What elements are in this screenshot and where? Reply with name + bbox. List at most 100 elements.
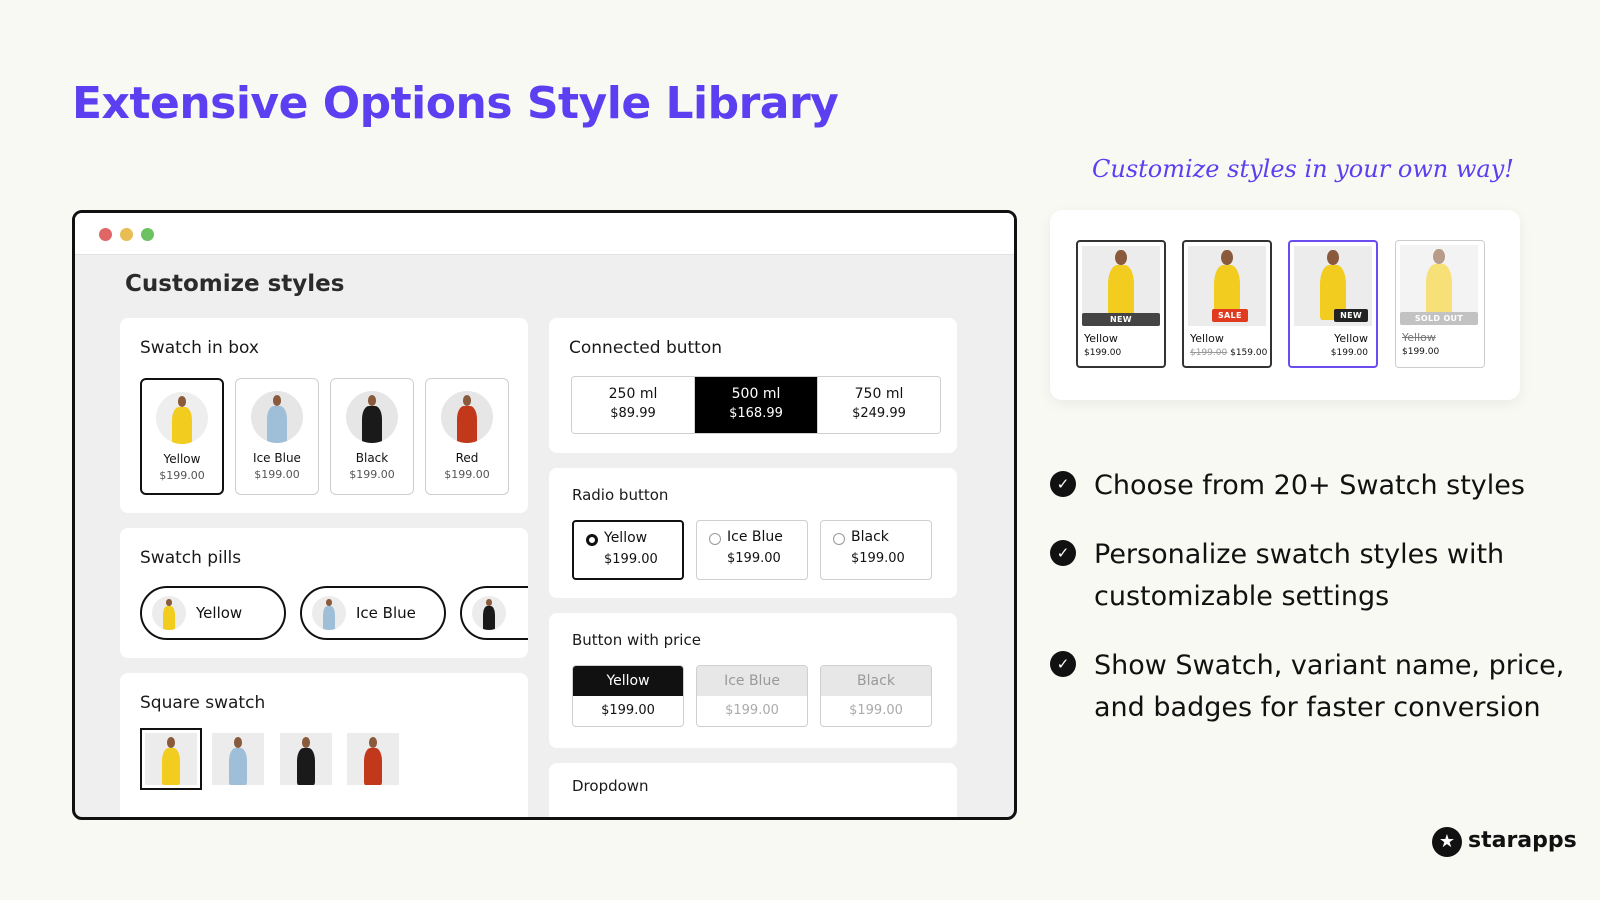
swatch-in-box-title: Swatch in box (140, 338, 259, 358)
price-button-yellow[interactable]: Yellow $199.00 (572, 665, 684, 727)
connected-button-card: Connected button 250 ml $89.99 500 ml $1… (549, 318, 957, 453)
button-with-price-card: Button with price Yellow $199.00 Ice Blu… (549, 613, 957, 748)
swatch-pills-card: Swatch pills Yellow Ice Blue (120, 528, 528, 658)
product-old-price: $199.00 (1190, 348, 1228, 358)
minimize-window-dot[interactable] (120, 228, 133, 241)
feature-text: Personalize swatch styles with customiza… (1094, 539, 1505, 612)
radio-circle (709, 533, 721, 545)
radio-name: Black (851, 529, 889, 545)
swatch-box-black[interactable]: Black $199.00 (330, 378, 414, 495)
price-button-price: $199.00 (601, 703, 655, 718)
price-button-price: $199.00 (849, 703, 903, 718)
radio-name: Ice Blue (727, 529, 783, 545)
option-price: $89.99 (610, 406, 656, 421)
feature-text: Choose from 20+ Swatch styles (1094, 470, 1525, 501)
connected-button-title: Connected button (569, 338, 723, 358)
tagline: Customize styles in your own way! (1092, 155, 1514, 183)
swatch-thumb (441, 391, 493, 443)
product-name: Yellow (1402, 331, 1436, 344)
connected-button-group: 250 ml $89.99 500 ml $168.99 750 ml $249… (571, 376, 941, 434)
product-image: SALE (1188, 246, 1266, 326)
price-button-name: Yellow (573, 666, 683, 696)
product-price: $199.00 (1402, 347, 1440, 357)
brand-name: starapps (1468, 828, 1577, 853)
swatch-pill-black[interactable] (460, 586, 528, 640)
option-size: 250 ml (608, 386, 658, 402)
radio-price: $199.00 (851, 551, 905, 566)
product-price: $199.00 (1330, 348, 1368, 358)
swatch-name: Black (355, 451, 389, 465)
swatch-pill-yellow[interactable]: Yellow (140, 586, 286, 640)
price-button-ice-blue[interactable]: Ice Blue $199.00 (696, 665, 808, 727)
product-card-sale[interactable]: SALE Yellow $199.00 $159.00 (1182, 240, 1272, 368)
dropdown-title: Dropdown (572, 777, 649, 795)
swatch-box-yellow[interactable]: Yellow $199.00 (140, 378, 224, 495)
product-card-new[interactable]: NEW Yellow $199.00 (1076, 240, 1166, 368)
pill-label: Ice Blue (356, 604, 416, 622)
product-card-sold-out[interactable]: SOLD OUT Yellow $199.00 (1395, 240, 1485, 368)
radio-option-ice-blue[interactable]: Ice Blue $199.00 (696, 520, 808, 580)
option-price: $249.99 (852, 406, 906, 421)
product-name: Yellow (1084, 332, 1118, 345)
square-swatch-ice-blue[interactable] (212, 733, 264, 785)
swatch-thumb (156, 392, 208, 444)
browser-window: Customize styles Swatch in box Yellow $1… (72, 210, 1017, 820)
swatch-box-red[interactable]: Red $199.00 (425, 378, 509, 495)
product-image: SOLD OUT (1400, 245, 1478, 325)
swatch-box-ice-blue[interactable]: Ice Blue $199.00 (235, 378, 319, 495)
check-circle-icon: ✓ (1050, 540, 1076, 566)
product-image: NEW (1294, 246, 1372, 326)
product-name: Yellow (1334, 332, 1368, 345)
swatch-name: Red (455, 451, 479, 465)
option-size: 500 ml (731, 386, 781, 402)
connected-option-250ml[interactable]: 250 ml $89.99 (572, 377, 695, 433)
option-size: 750 ml (854, 386, 904, 402)
product-card-new-selected[interactable]: NEW Yellow $199.00 (1288, 240, 1378, 368)
swatch-price: $199.00 (349, 468, 395, 481)
connected-option-500ml[interactable]: 500 ml $168.99 (695, 377, 818, 433)
square-swatch-black[interactable] (280, 733, 332, 785)
check-circle-icon: ✓ (1050, 471, 1076, 497)
product-badge: SALE (1212, 309, 1248, 322)
radio-price: $199.00 (604, 552, 658, 567)
product-badge: NEW (1334, 309, 1368, 322)
window-titlebar (75, 213, 1014, 255)
connected-option-750ml[interactable]: 750 ml $249.99 (818, 377, 940, 433)
swatch-thumb (346, 391, 398, 443)
radio-option-yellow[interactable]: Yellow $199.00 (572, 520, 684, 580)
swatch-pills-title: Swatch pills (140, 548, 242, 568)
square-swatch-card: Square swatch (120, 673, 528, 817)
radio-price: $199.00 (727, 551, 781, 566)
button-with-price-title: Button with price (572, 631, 701, 649)
swatch-name: Ice Blue (253, 451, 301, 465)
price-button-black[interactable]: Black $199.00 (820, 665, 932, 727)
price-button-name: Ice Blue (697, 666, 807, 696)
radio-circle (833, 533, 845, 545)
option-price: $168.99 (729, 406, 783, 421)
star-logo-icon: ★ (1432, 827, 1462, 857)
pill-thumb (312, 596, 346, 630)
swatch-name: Yellow (163, 452, 201, 466)
swatch-price: $199.00 (159, 469, 205, 482)
product-price-group: $199.00 $159.00 (1190, 348, 1267, 358)
check-circle-icon: ✓ (1050, 651, 1076, 677)
radio-button-title: Radio button (572, 486, 669, 504)
swatch-pill-ice-blue[interactable]: Ice Blue (300, 586, 446, 640)
feature-text: Show Swatch, variant name, price, and ba… (1094, 650, 1565, 723)
product-badge: NEW (1082, 313, 1160, 326)
product-name: Yellow (1190, 332, 1224, 345)
square-swatch-title: Square swatch (140, 693, 266, 713)
swatch-price: $199.00 (444, 468, 490, 481)
badge-products-card: NEW Yellow $199.00 SALE Yellow $199.00 $… (1050, 210, 1520, 400)
pill-thumb (472, 596, 506, 630)
radio-option-black[interactable]: Black $199.00 (820, 520, 932, 580)
square-swatch-yellow[interactable] (140, 728, 202, 790)
square-swatch-red[interactable] (347, 733, 399, 785)
radio-circle (586, 534, 598, 546)
page-headline: Extensive Options Style Library (72, 78, 839, 129)
product-badge: SOLD OUT (1400, 312, 1478, 325)
window-title: Customize styles (125, 271, 345, 297)
close-window-dot[interactable] (99, 228, 112, 241)
maximize-window-dot[interactable] (141, 228, 154, 241)
product-price: $199.00 (1084, 348, 1122, 358)
